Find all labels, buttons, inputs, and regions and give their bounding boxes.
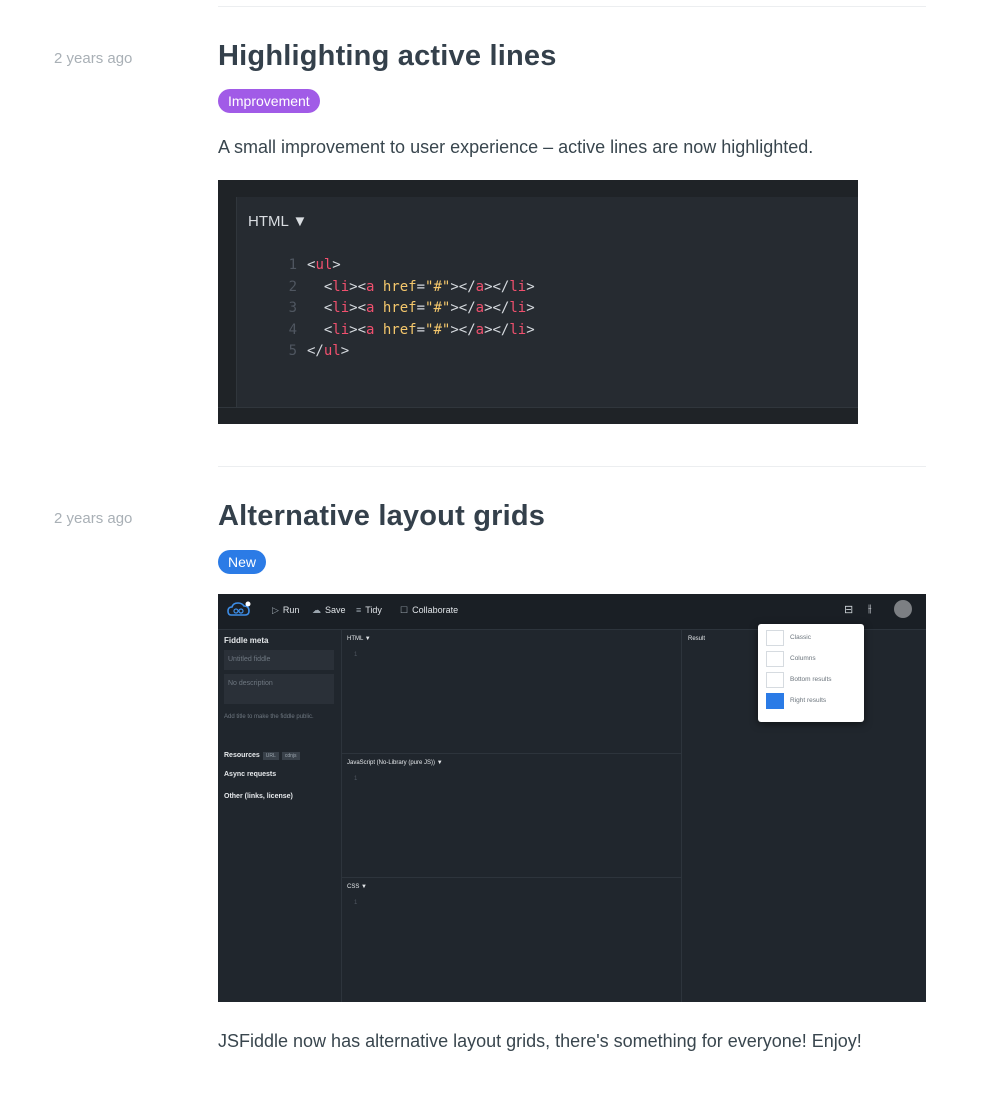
chat-icon: ☐ <box>400 605 409 615</box>
js-panel-label[interactable]: JavaScript (No-Library (pure JS)) ▼ <box>347 760 443 766</box>
code-line: 1 <ul> <box>279 255 535 277</box>
language-selector: HTML ▼ <box>248 213 308 230</box>
line-number: 1 <box>288 257 297 273</box>
run-button[interactable]: ▷ Run <box>272 605 299 616</box>
html-panel-label[interactable]: HTML ▼ <box>347 636 371 642</box>
entry-2-description: JSFiddle now has alternative layout grid… <box>218 1031 862 1051</box>
grid-classic-icon <box>766 630 784 646</box>
public-note: Add title to make the fiddle public. <box>224 714 314 720</box>
fiddle-title-input[interactable]: Untitled fiddle <box>224 650 334 670</box>
entry-1-title[interactable]: Highlighting active lines <box>218 40 557 73</box>
tidy-icon: ≡ <box>356 605 362 615</box>
resources-item[interactable]: Resources URL cdnjs <box>224 752 300 760</box>
entry-2-title[interactable]: Alternative layout grids <box>218 500 545 533</box>
line-number: 5 <box>288 343 297 359</box>
layout-classic-option[interactable]: Classic <box>766 630 858 648</box>
css-panel-label[interactable]: CSS ▼ <box>347 884 367 890</box>
save-button[interactable]: ☁ Save <box>312 605 346 616</box>
grid-right-icon <box>766 693 784 709</box>
entry-1-description: A small improvement to user experience –… <box>218 137 814 157</box>
user-avatar[interactable] <box>894 600 912 618</box>
layout-bottom-results-option[interactable]: Bottom results <box>766 672 858 690</box>
code-footer <box>218 407 858 424</box>
cloud-save-icon: ☁ <box>312 605 321 615</box>
code-editor-panel: HTML ▼ 1 <ul> 2 <li><a href="#"></a></li> 3… <box>236 197 858 408</box>
line-number: 1 <box>354 652 358 658</box>
code-line: 4 <li><a href="#"></a></li> <box>279 320 535 342</box>
code-line: 3 <li><a href="#"></a></li> <box>279 298 535 320</box>
code-screenshot: HTML ▼ 1 <ul> 2 <li><a href="#"></a></li> 3… <box>218 180 858 424</box>
line-number: 1 <box>354 776 358 782</box>
layout-icon[interactable]: ⊟ <box>844 603 853 616</box>
tidy-button[interactable]: ≡ Tidy <box>356 605 382 615</box>
js-panel[interactable]: JavaScript (No-Library (pure JS)) ▼ 1 <box>342 754 681 878</box>
improvement-badge: Improvement <box>218 89 320 113</box>
entry-divider <box>218 466 926 467</box>
jsfiddle-screenshot: ▷ Run ☁ Save ≡ Tidy ☐ Collaborate ⊟ ⫲ Fiddle… <box>218 594 926 1002</box>
play-icon: ▷ <box>272 605 279 615</box>
settings-sliders-icon[interactable]: ⫲ <box>868 603 872 616</box>
layout-columns-option[interactable]: Columns <box>766 651 858 669</box>
layout-right-results-option[interactable]: Right results <box>766 693 858 711</box>
fiddle-sidebar: Fiddle meta Untitled fiddle No descripti… <box>218 630 342 1002</box>
url-chip[interactable]: URL <box>262 752 279 760</box>
entry-2-time: 2 years ago <box>54 510 133 527</box>
line-number: 1 <box>354 900 358 906</box>
grid-bottom-icon <box>766 672 784 688</box>
collaborate-button[interactable]: ☐ Collaborate <box>400 605 458 616</box>
layout-dropdown: Classic Columns Bottom results Right res… <box>758 624 864 722</box>
other-links-item[interactable]: Other (links, license) <box>224 793 293 800</box>
line-number: 3 <box>288 300 297 316</box>
top-divider <box>218 6 926 7</box>
fiddle-description-input[interactable]: No description <box>224 674 334 704</box>
grid-columns-icon <box>766 651 784 667</box>
code-lines: 1 <ul> 2 <li><a href="#"></a></li> 3 <li><a… <box>279 255 535 363</box>
code-line: 2 <li><a href="#"></a></li> <box>279 277 535 299</box>
code-line: 5 </ul> <box>279 341 535 363</box>
css-panel[interactable]: CSS ▼ 1 <box>342 878 681 1002</box>
fiddle-meta-heading: Fiddle meta <box>224 636 269 645</box>
jsfiddle-logo-icon <box>227 601 251 616</box>
entry-1-time: 2 years ago <box>54 50 133 67</box>
html-panel[interactable]: HTML ▼ 1 <box>342 630 681 754</box>
result-label: Result <box>688 636 706 642</box>
line-number: 4 <box>288 321 297 338</box>
async-requests-item[interactable]: Async requests <box>224 771 276 778</box>
line-number: 2 <box>288 278 297 295</box>
new-badge: New <box>218 550 267 574</box>
cdnjs-chip[interactable]: cdnjs <box>281 752 300 760</box>
